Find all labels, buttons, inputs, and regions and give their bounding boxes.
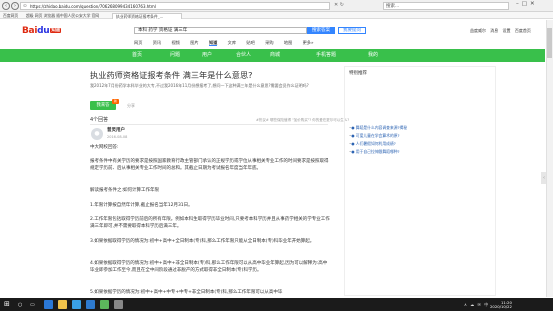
sidebar-link[interactable]: ● 舞蹈是什么内容调查来源?揭秘 xyxy=(349,125,407,131)
gnav-users[interactable]: 用户 xyxy=(202,52,212,58)
url-input[interactable]: ⊙ https://zhidao.baidu.com/question/7062… xyxy=(20,2,330,10)
sidebar-link[interactable]: ● 人们暑假如何利用成绩? xyxy=(349,141,396,147)
question-description: 我2012年7月份药学本科毕业的大专,不过我2016年11月份想报考了,想问一下… xyxy=(90,83,309,88)
nav-caigou[interactable]: 采购 xyxy=(265,40,273,45)
logo-text: Bai xyxy=(22,26,38,36)
divider xyxy=(90,124,328,125)
answer-paragraph: 解读报考条件之:如何计算工作年限 xyxy=(90,188,160,193)
search-button[interactable]: 搜索答案 xyxy=(307,27,335,34)
clock-date: 2020/10/22 xyxy=(490,304,512,310)
share-button[interactable]: 分享 xyxy=(127,103,135,108)
back-icon[interactable]: ‹ xyxy=(2,2,10,10)
baidu-logo[interactable]: Baidu 知道 xyxy=(22,26,61,37)
related-links[interactable]: #热议# 哪些保险值得 "加价购买"? 你的爱在夏尔可以生么? xyxy=(256,118,349,122)
browser-search-input[interactable]: 搜索... xyxy=(383,2,509,10)
nav-more[interactable]: 更多» xyxy=(303,40,314,45)
sidebar-panel xyxy=(344,66,496,296)
nav-zhidao[interactable]: 知道 xyxy=(208,40,218,46)
nav-map[interactable]: 地图 xyxy=(284,40,292,45)
window-controls[interactable]: –□✕ xyxy=(516,1,538,8)
logo-paw: du xyxy=(37,26,50,36)
folder-app-icon[interactable] xyxy=(58,300,67,309)
url-text: https://zhidao.baidu.com/question/706268… xyxy=(30,4,156,9)
ie-app-icon[interactable] xyxy=(44,300,53,309)
author-name[interactable]: 普灵用户 xyxy=(107,128,125,134)
app-icon[interactable] xyxy=(100,300,109,309)
sidebar-title: 特别推荐 xyxy=(349,71,367,76)
tray-icons[interactable]: ∧ ☁ ✉ 中 xyxy=(464,302,489,307)
scrollbar[interactable] xyxy=(546,20,553,297)
sidebar-link[interactable]: ● 可爱儿童在学会算术的原? xyxy=(349,133,399,139)
taskbar-search-icon[interactable]: ○ xyxy=(18,302,22,308)
logo-zhidao: 知道 xyxy=(50,27,61,33)
nav-video[interactable]: 视频 xyxy=(171,40,179,45)
nav-web[interactable]: 网页 xyxy=(134,40,142,45)
clock[interactable]: 11:20 2020/10/22 xyxy=(490,300,512,310)
answer-paragraph: 2.工作年限包括取得学历前后的所有年限。例如本科生取得学历毕业时间,只要考本科学… xyxy=(90,217,330,230)
lock-icon: ⊙ xyxy=(23,4,27,9)
app-icon[interactable] xyxy=(114,300,123,309)
sidebar-link[interactable]: ● 用于自己拉伸跟舞蹈哪种? xyxy=(349,149,399,155)
gnav-mall[interactable]: 商城 xyxy=(270,52,280,58)
browser-tool-icons[interactable]: ✕↻ xyxy=(334,2,345,8)
tab-3[interactable]: 中国人民公安大学 官网 xyxy=(60,13,110,19)
browser-app-icon[interactable] xyxy=(72,300,81,309)
tab-active[interactable]: 执业药师资格证报考条件_... xyxy=(112,13,182,19)
gnav-mobile[interactable]: 手机答题 xyxy=(316,52,336,58)
new-badge: 新 xyxy=(112,99,119,104)
nav-tieba[interactable]: 贴吧 xyxy=(246,40,254,45)
ask-button[interactable]: 我要提问 xyxy=(338,27,366,34)
search-input[interactable]: 本科 药学 资格证 满三年 xyxy=(134,27,307,34)
tab-2[interactable]: 超级 网页 浏览器 插件 下载 xyxy=(26,13,60,19)
avatar[interactable]: ● xyxy=(91,128,103,140)
task-view-icon[interactable]: ▭ xyxy=(30,302,35,308)
question-title: 执业药师资格证报考条件 满三年是什么意思? xyxy=(90,70,253,80)
user-links[interactable]: 益度威尔 消息 设置 百度首页 xyxy=(470,28,531,33)
answer-paragraph: 中大网校回答: xyxy=(90,145,119,150)
top-nav: 网页 资讯 视频 图片 知道 文库 贴吧 采购 地图 更多» xyxy=(134,40,323,46)
nav-wenku[interactable]: 文库 xyxy=(228,40,236,45)
answer-paragraph: 5.如果依据学历的情况为:初中+高中+中专+中专+非全日制本(专)科,那么工作年… xyxy=(90,290,283,295)
author-date: 2016-08-08 xyxy=(107,135,128,139)
answer-paragraph: 1.年限计算按自然年计算,截止报名当年12月31日。 xyxy=(90,203,193,208)
nav-news[interactable]: 资讯 xyxy=(153,40,161,45)
answers-count: 4个回答 xyxy=(90,117,109,123)
answer-paragraph: 3.如果依据取得学历的情况为:初中+高中+全日制本(专)科,那么工作年限只能从全… xyxy=(90,239,315,244)
gnav-mine[interactable]: 我的 xyxy=(368,52,378,58)
word-app-icon[interactable] xyxy=(86,300,95,309)
scrollbar-thumb[interactable] xyxy=(547,28,552,58)
gnav-home[interactable]: 首页 xyxy=(132,52,142,58)
gnav-questions[interactable]: 问题 xyxy=(170,52,180,58)
gnav-partners[interactable]: 合伙人 xyxy=(236,52,251,58)
answer-paragraph: 4.如果依据取得学历的情况为:初中+高中+非全日制本(专)科,那么工作年限可以从… xyxy=(90,261,328,274)
forward-icon[interactable]: › xyxy=(11,2,19,10)
windows-start-icon[interactable]: ⊞ xyxy=(4,301,10,308)
answer-paragraph: 报考条件中有关学历的要求是按照国家教育行政主管部门承认的正规学历或学位从事相关专… xyxy=(90,159,329,172)
nav-image[interactable]: 图片 xyxy=(190,40,198,45)
